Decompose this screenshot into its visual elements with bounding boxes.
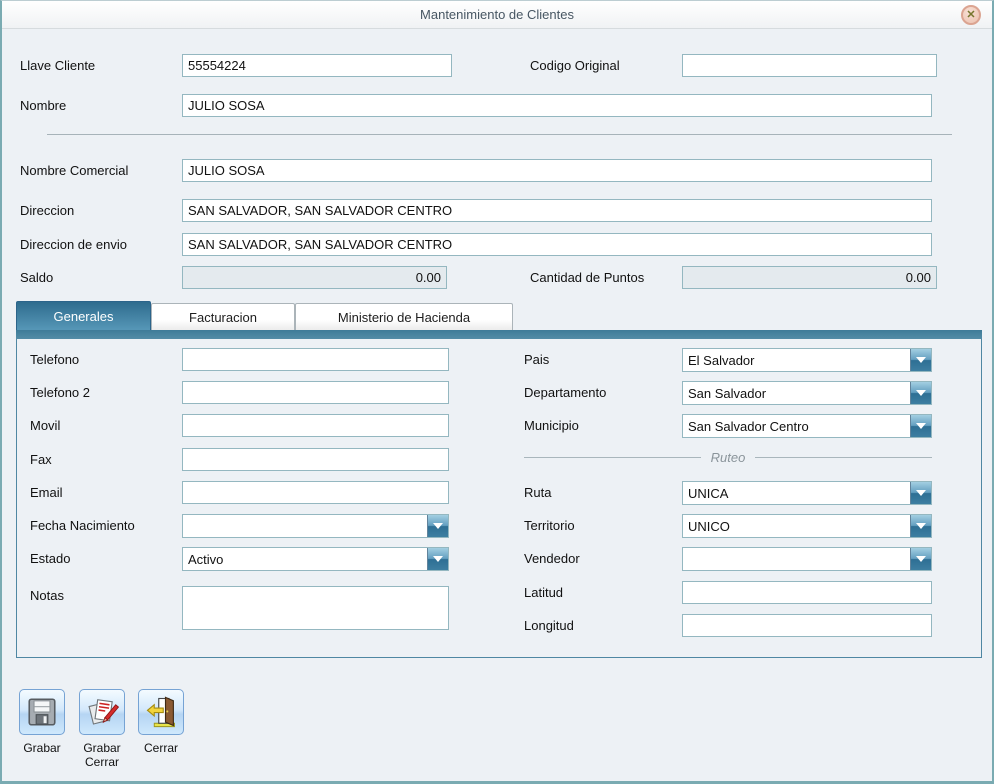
close-icon: ✕: [966, 10, 975, 21]
separator-line: [524, 457, 701, 458]
direccion-input[interactable]: [182, 199, 932, 222]
cantidad-puntos-label: Cantidad de Puntos: [530, 266, 644, 290]
telefono-label: Telefono: [30, 348, 79, 372]
tab-strip-accent-bar: [16, 330, 982, 339]
email-input[interactable]: [182, 481, 449, 504]
fax-input[interactable]: [182, 448, 449, 471]
chevron-down-icon: [433, 523, 443, 529]
chevron-down-icon: [916, 390, 926, 396]
saldo-field: [182, 266, 447, 289]
notas-textarea[interactable]: [182, 586, 449, 630]
direccion-envio-label: Direccion de envio: [20, 233, 127, 257]
ruta-dropdown-button[interactable]: [910, 482, 931, 504]
cerrar-button-label: Cerrar: [130, 741, 192, 755]
chevron-down-icon: [916, 523, 926, 529]
cantidad-puntos-field: [682, 266, 937, 289]
municipio-label: Municipio: [524, 414, 579, 438]
telefono2-label: Telefono 2: [30, 381, 90, 405]
pais-dropdown-button[interactable]: [910, 349, 931, 371]
latitud-input[interactable]: [682, 581, 932, 604]
nombre-comercial-input[interactable]: [182, 159, 932, 182]
movil-input[interactable]: [182, 414, 449, 437]
municipio-dropdown-button[interactable]: [910, 415, 931, 437]
departamento-label: Departamento: [524, 381, 606, 405]
chevron-down-icon: [433, 556, 443, 562]
window-title: Mantenimiento de Clientes: [2, 1, 992, 29]
territorio-value[interactable]: [683, 515, 910, 537]
notas-label: Notas: [30, 584, 64, 608]
telefono-input[interactable]: [182, 348, 449, 371]
direccion-label: Direccion: [20, 199, 74, 223]
floppy-disk-icon: [25, 695, 59, 729]
latitud-label: Latitud: [524, 581, 563, 605]
fecha-nacimiento-value[interactable]: [183, 515, 427, 537]
codigo-original-input[interactable]: [682, 54, 937, 77]
municipio-combobox[interactable]: [682, 414, 932, 438]
save-close-icon: [84, 694, 120, 730]
estado-value[interactable]: [183, 548, 427, 570]
telefono2-input[interactable]: [182, 381, 449, 404]
estado-dropdown-button[interactable]: [427, 548, 448, 570]
direccion-envio-input[interactable]: [182, 233, 932, 256]
email-label: Email: [30, 481, 63, 505]
territorio-combobox[interactable]: [682, 514, 932, 538]
chevron-down-icon: [916, 556, 926, 562]
fax-label: Fax: [30, 448, 52, 472]
vendedor-combobox[interactable]: [682, 547, 932, 571]
tab-generales[interactable]: Generales: [16, 301, 151, 330]
departamento-value[interactable]: [683, 382, 910, 404]
vendedor-dropdown-button[interactable]: [910, 548, 931, 570]
tab-facturacion[interactable]: Facturacion: [151, 303, 295, 330]
fecha-nacimiento-label: Fecha Nacimiento: [30, 514, 135, 538]
ruta-value[interactable]: [683, 482, 910, 504]
estado-label: Estado: [30, 547, 70, 571]
departamento-combobox[interactable]: [682, 381, 932, 405]
separator-line: [755, 457, 932, 458]
fecha-nacimiento-dropdown-button[interactable]: [427, 515, 448, 537]
pais-value[interactable]: [683, 349, 910, 371]
territorio-dropdown-button[interactable]: [910, 515, 931, 537]
section-divider: [47, 134, 952, 135]
pais-label: Pais: [524, 348, 549, 372]
llave-cliente-label: Llave Cliente: [20, 54, 95, 78]
ruteo-group-separator: Ruteo: [524, 449, 932, 465]
chevron-down-icon: [916, 490, 926, 496]
nombre-label: Nombre: [20, 94, 66, 118]
longitud-label: Longitud: [524, 614, 574, 638]
ruteo-group-label: Ruteo: [701, 450, 756, 465]
nombre-input[interactable]: [182, 94, 932, 117]
vendedor-label: Vendedor: [524, 547, 580, 571]
grabar-cerrar-button-label: Grabar Cerrar: [71, 741, 133, 769]
codigo-original-label: Codigo Original: [530, 54, 620, 78]
vendedor-value[interactable]: [683, 548, 910, 570]
chevron-down-icon: [916, 423, 926, 429]
cerrar-button[interactable]: [138, 689, 184, 735]
fecha-nacimiento-combobox[interactable]: [182, 514, 449, 538]
longitud-input[interactable]: [682, 614, 932, 637]
tab-ministerio-hacienda[interactable]: Ministerio de Hacienda: [295, 303, 513, 330]
estado-combobox[interactable]: [182, 547, 449, 571]
saldo-label: Saldo: [20, 266, 53, 290]
client-maintenance-window: Mantenimiento de Clientes ✕ Llave Client…: [0, 0, 994, 784]
territorio-label: Territorio: [524, 514, 575, 538]
grabar-button[interactable]: [19, 689, 65, 735]
municipio-value[interactable]: [683, 415, 910, 437]
chevron-down-icon: [916, 357, 926, 363]
title-bar: Mantenimiento de Clientes ✕: [2, 1, 992, 29]
movil-label: Movil: [30, 414, 60, 438]
close-window-button[interactable]: ✕: [961, 5, 981, 25]
llave-cliente-input[interactable]: [182, 54, 452, 77]
ruta-label: Ruta: [524, 481, 551, 505]
nombre-comercial-label: Nombre Comercial: [20, 159, 128, 183]
ruta-combobox[interactable]: [682, 481, 932, 505]
pais-combobox[interactable]: [682, 348, 932, 372]
grabar-cerrar-button[interactable]: [79, 689, 125, 735]
exit-door-icon: [143, 694, 179, 730]
grabar-button-label: Grabar: [11, 741, 73, 755]
departamento-dropdown-button[interactable]: [910, 382, 931, 404]
